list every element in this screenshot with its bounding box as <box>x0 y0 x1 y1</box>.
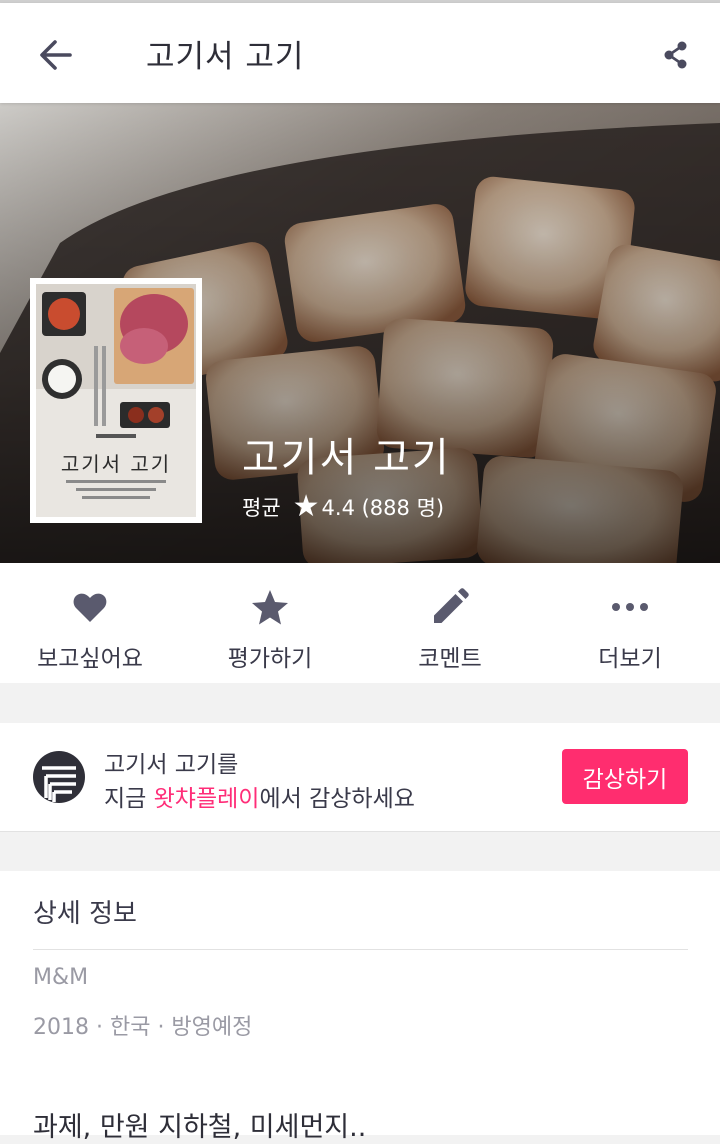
more-icon <box>612 603 648 611</box>
rate-label: 평가하기 <box>227 646 313 672</box>
heart-icon <box>73 593 107 622</box>
producer-text: M&M <box>33 965 89 990</box>
comment-button[interactable]: 코멘트 <box>360 563 540 683</box>
comment-label: 코멘트 <box>418 646 482 672</box>
watcha-play-logo-icon <box>33 751 85 803</box>
watch-button[interactable]: 감상하기 <box>562 749 688 804</box>
hero-banner: 고기서 고기 고기서 고기 평균 ★ 4.4 (888 명) <box>0 103 720 563</box>
poster-thumbnail[interactable]: 고기서 고기 <box>30 278 202 523</box>
rating-label: 평균 <box>242 496 281 520</box>
more-button[interactable]: 더보기 <box>540 563 720 683</box>
page-title: 고기서 고기 <box>146 39 305 75</box>
share-icon[interactable] <box>660 39 692 71</box>
rate-button[interactable]: 평가하기 <box>180 563 360 683</box>
app-bar: 고기서 고기 <box>0 3 720 103</box>
pencil-icon <box>434 588 469 623</box>
synopsis-text: 과제, 만원 지하철, 미세먼지.. <box>33 1112 367 1143</box>
poster-image: 고기서 고기 <box>36 284 196 517</box>
star-icon <box>252 590 288 625</box>
promo-suffix: 에서 감상하세요 <box>259 786 415 812</box>
details-heading: 상세 정보 <box>33 899 137 929</box>
details-divider <box>33 949 688 950</box>
wishlist-button[interactable]: 보고싶어요 <box>0 563 180 683</box>
promo-line-2: 지금 왓챠플레이에서 감상하세요 <box>104 779 415 813</box>
more-label: 더보기 <box>598 646 662 672</box>
watcha-play-promo: 고기서 고기를 지금 왓챠플레이에서 감상하세요 감상하기 <box>0 723 720 832</box>
action-bar: 보고싶어요 평가하기 코멘트 더보기 <box>0 563 720 683</box>
average-rating: 평균 ★ 4.4 (888 명) <box>242 492 444 522</box>
promo-line-1: 고기서 고기를 <box>104 752 239 778</box>
wishlist-label: 보고싶어요 <box>37 646 143 672</box>
promo-prefix: 지금 <box>104 786 154 812</box>
rating-value: 4.4 (888 명) <box>321 496 445 520</box>
rating-star-icon: ★ <box>292 489 320 524</box>
details-section: 상세 정보 M&M 2018 · 한국 · 방영예정 과제, 만원 지하철, 미… <box>0 871 720 1143</box>
hero-title: 고기서 고기 <box>242 435 451 481</box>
promo-brand: 왓챠플레이 <box>153 786 260 812</box>
back-arrow-icon[interactable] <box>34 35 78 75</box>
meta-info: 2018 · 한국 · 방영예정 <box>33 1015 253 1040</box>
poster-title-text: 고기서 고기 <box>60 452 172 476</box>
